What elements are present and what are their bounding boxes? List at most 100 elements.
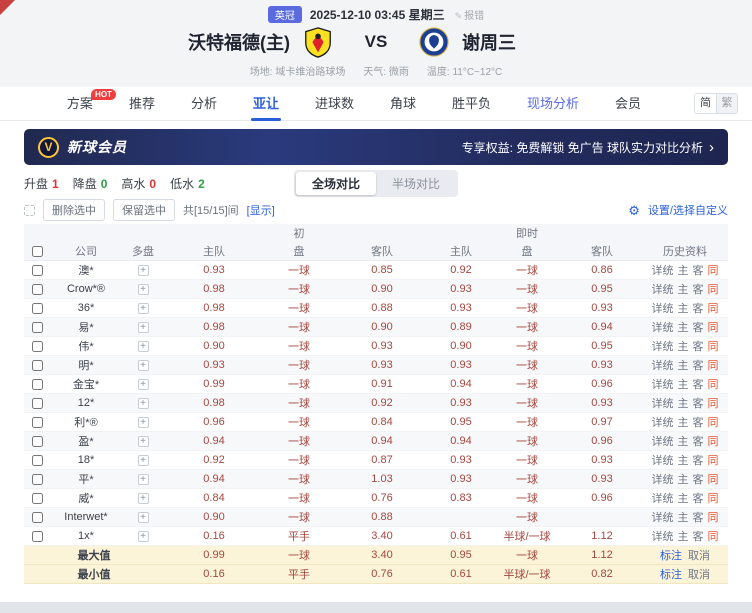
history-away-link[interactable]: 客 [693,531,704,543]
expand-odds-button[interactable]: + [138,341,149,352]
history-same-link[interactable]: 同 [708,360,719,372]
lang-traditional-button[interactable]: 繁 [716,94,737,113]
company-name[interactable]: 威* [50,489,122,508]
history-same-link[interactable]: 同 [708,379,719,391]
history-detail-link[interactable]: 详统 [652,341,674,353]
row-checkbox[interactable] [32,360,43,371]
expand-odds-button[interactable]: + [138,531,149,542]
row-checkbox[interactable] [32,474,43,485]
history-detail-link[interactable]: 详统 [652,493,674,505]
full-match-tab[interactable]: 全场对比 [296,172,376,195]
history-away-link[interactable]: 客 [693,398,704,410]
company-name[interactable]: 1x* [50,527,122,546]
history-same-link[interactable]: 同 [708,455,719,467]
history-away-link[interactable]: 客 [693,474,704,486]
history-same-link[interactable]: 同 [708,436,719,448]
nav-tab-goals[interactable]: 进球数 [315,87,354,121]
gear-icon[interactable]: ⚙ [628,204,640,217]
row-checkbox[interactable] [32,379,43,390]
history-away-link[interactable]: 客 [693,341,704,353]
company-name[interactable]: Interwet* [50,508,122,527]
row-checkbox[interactable] [32,512,43,523]
history-same-link[interactable]: 同 [708,474,719,486]
company-name[interactable]: Crow*® [50,280,122,299]
nav-tab-asian-handicap[interactable]: 亚让 [253,87,279,121]
company-name[interactable]: 36* [50,299,122,318]
row-checkbox[interactable] [32,436,43,447]
company-name[interactable]: 金宝* [50,375,122,394]
history-detail-link[interactable]: 详统 [652,303,674,315]
history-same-link[interactable]: 同 [708,265,719,277]
nav-tab-recommend[interactable]: 推荐 [129,87,155,121]
history-home-link[interactable]: 主 [678,474,689,486]
history-home-link[interactable]: 主 [678,379,689,391]
home-team-name[interactable]: 沃特福德(主) [188,29,290,55]
history-home-link[interactable]: 主 [678,341,689,353]
history-detail-link[interactable]: 详统 [652,284,674,296]
history-home-link[interactable]: 主 [678,455,689,467]
expand-odds-button[interactable]: + [138,303,149,314]
history-home-link[interactable]: 主 [678,512,689,524]
history-detail-link[interactable]: 详统 [652,322,674,334]
row-checkbox[interactable] [32,341,43,352]
history-detail-link[interactable]: 详统 [652,417,674,429]
history-detail-link[interactable]: 详统 [652,265,674,277]
nav-tab-live-analysis[interactable]: 现场分析 [527,87,579,121]
cancel-link[interactable]: 取消 [688,569,710,581]
company-name[interactable]: 澳* [50,261,122,280]
away-team-name[interactable]: 谢周三 [462,29,516,55]
history-same-link[interactable]: 同 [708,417,719,429]
half-match-tab[interactable]: 半场对比 [376,172,456,195]
history-same-link[interactable]: 同 [708,303,719,315]
history-away-link[interactable]: 客 [693,303,704,315]
history-detail-link[interactable]: 详统 [652,474,674,486]
select-all-checkbox[interactable] [32,246,43,257]
expand-odds-button[interactable]: + [138,474,149,485]
history-home-link[interactable]: 主 [678,398,689,410]
row-checkbox[interactable] [32,303,43,314]
history-detail-link[interactable]: 详统 [652,512,674,524]
history-same-link[interactable]: 同 [708,322,719,334]
row-checkbox[interactable] [32,284,43,295]
history-home-link[interactable]: 主 [678,322,689,334]
row-checkbox[interactable] [32,265,43,276]
expand-odds-button[interactable]: + [138,436,149,447]
nav-tab-plans[interactable]: 方案HOT [67,87,93,121]
history-home-link[interactable]: 主 [678,436,689,448]
history-same-link[interactable]: 同 [708,512,719,524]
history-away-link[interactable]: 客 [693,455,704,467]
history-detail-link[interactable]: 详统 [652,398,674,410]
row-checkbox[interactable] [32,455,43,466]
history-home-link[interactable]: 主 [678,531,689,543]
expand-odds-button[interactable]: + [138,322,149,333]
expand-odds-button[interactable]: + [138,512,149,523]
expand-odds-button[interactable]: + [138,493,149,504]
chevron-right-icon[interactable]: › [709,140,714,155]
company-name[interactable]: 18* [50,451,122,470]
keep-selected-button[interactable]: 保留选中 [113,199,175,221]
history-home-link[interactable]: 主 [678,284,689,296]
row-checkbox[interactable] [32,531,43,542]
history-home-link[interactable]: 主 [678,417,689,429]
history-same-link[interactable]: 同 [708,284,719,296]
history-away-link[interactable]: 客 [693,379,704,391]
expand-odds-button[interactable]: + [138,265,149,276]
history-away-link[interactable]: 客 [693,360,704,372]
history-away-link[interactable]: 客 [693,493,704,505]
row-checkbox[interactable] [32,322,43,333]
nav-tab-analysis[interactable]: 分析 [191,87,217,121]
company-name[interactable]: 12* [50,394,122,413]
history-same-link[interactable]: 同 [708,493,719,505]
company-name[interactable]: 盈* [50,432,122,451]
nav-tab-win-draw-lose[interactable]: 胜平负 [452,87,491,121]
history-away-link[interactable]: 客 [693,284,704,296]
company-name[interactable]: 明* [50,356,122,375]
history-home-link[interactable]: 主 [678,360,689,372]
history-away-link[interactable]: 客 [693,512,704,524]
history-home-link[interactable]: 主 [678,265,689,277]
nav-tab-member[interactable]: 会员 [615,87,641,121]
expand-odds-button[interactable]: + [138,360,149,371]
history-home-link[interactable]: 主 [678,303,689,315]
lang-simplified-button[interactable]: 简 [695,94,716,113]
row-checkbox[interactable] [32,398,43,409]
